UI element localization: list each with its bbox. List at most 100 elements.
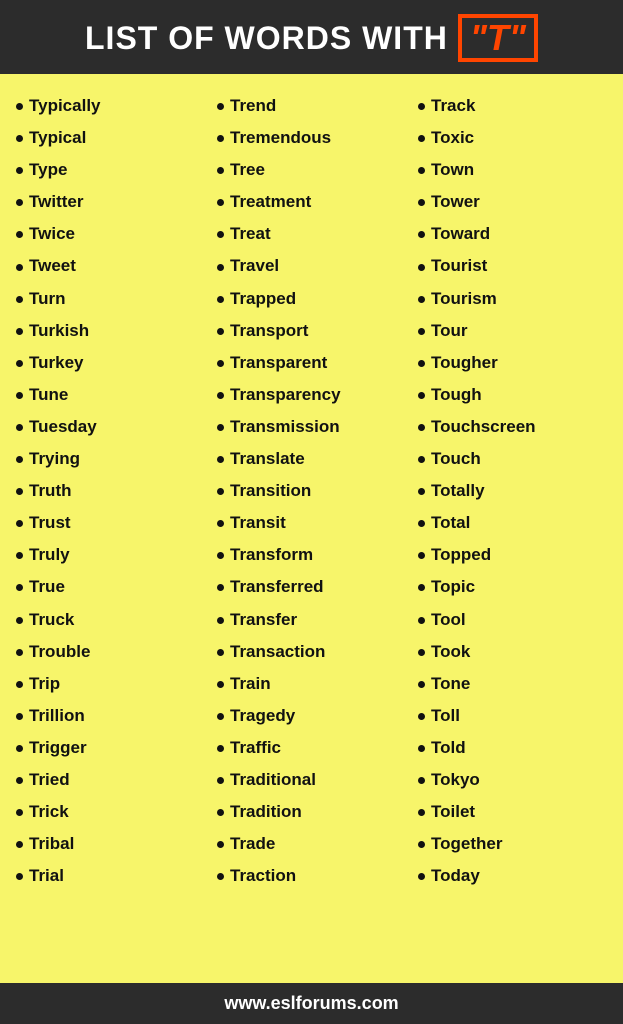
word-label: Tokyo [431, 769, 480, 791]
list-item: Traffic [215, 732, 408, 764]
list-item: Traction [215, 860, 408, 892]
list-item: Town [416, 154, 609, 186]
word-label: Truck [29, 609, 74, 631]
bullet-icon [217, 841, 224, 848]
list-item: Told [416, 732, 609, 764]
footer: www.eslforums.com [0, 983, 623, 1024]
bullet-icon [418, 681, 425, 688]
bullet-icon [16, 103, 23, 110]
list-item: Twitter [14, 186, 207, 218]
bullet-icon [217, 103, 224, 110]
word-label: Tremendous [230, 127, 331, 149]
list-item: Translate [215, 443, 408, 475]
list-item: Twice [14, 218, 207, 250]
list-item: Touchscreen [416, 411, 609, 443]
word-label: Translate [230, 448, 305, 470]
word-label: Transport [230, 320, 308, 342]
bullet-icon [418, 584, 425, 591]
bullet-icon [16, 360, 23, 367]
word-label: Trillion [29, 705, 85, 727]
list-item: Truth [14, 475, 207, 507]
list-item: Trillion [14, 700, 207, 732]
bullet-icon [217, 520, 224, 527]
bullet-icon [16, 328, 23, 335]
bullet-icon [418, 424, 425, 431]
list-item: Traditional [215, 764, 408, 796]
bullet-icon [217, 264, 224, 271]
list-item: Travel [215, 250, 408, 282]
word-label: Travel [230, 255, 279, 277]
word-label: Traction [230, 865, 296, 887]
bullet-icon [217, 392, 224, 399]
bullet-icon [217, 649, 224, 656]
list-item: Transfer [215, 604, 408, 636]
content-area: TypicallyTypicalTypeTwitterTwiceTweetTur… [0, 74, 623, 983]
list-item: Transit [215, 507, 408, 539]
list-item: Toll [416, 700, 609, 732]
footer-url: www.eslforums.com [224, 993, 398, 1013]
bullet-icon [217, 199, 224, 206]
word-label: Trial [29, 865, 64, 887]
bullet-icon [217, 777, 224, 784]
column-2: TrendTremendousTreeTreatmentTreatTravelT… [211, 90, 412, 892]
bullet-icon [418, 520, 425, 527]
list-item: Turkish [14, 315, 207, 347]
bullet-icon [418, 841, 425, 848]
bullet-icon [16, 135, 23, 142]
list-item: Transition [215, 475, 408, 507]
word-label: Trigger [29, 737, 87, 759]
list-item: Totally [416, 475, 609, 507]
word-label: Transform [230, 544, 313, 566]
bullet-icon [418, 456, 425, 463]
word-label: Trapped [230, 288, 296, 310]
list-item: Tokyo [416, 764, 609, 796]
list-item: Trapped [215, 283, 408, 315]
bullet-icon [16, 617, 23, 624]
bullet-icon [16, 777, 23, 784]
list-item: Tone [416, 668, 609, 700]
word-label: Toward [431, 223, 490, 245]
list-item: Truly [14, 539, 207, 571]
word-label: Type [29, 159, 67, 181]
bullet-icon [217, 584, 224, 591]
bullet-icon [16, 649, 23, 656]
list-item: Today [416, 860, 609, 892]
bullet-icon [418, 552, 425, 559]
word-label: Typically [29, 95, 101, 117]
bullet-icon [418, 231, 425, 238]
word-label: Town [431, 159, 474, 181]
word-label: Tourism [431, 288, 497, 310]
list-item: Trend [215, 90, 408, 122]
bullet-icon [217, 617, 224, 624]
list-item: Topped [416, 539, 609, 571]
column-3: TrackToxicTownTowerTowardTouristTourismT… [412, 90, 613, 892]
header-letter: "T" [458, 14, 538, 62]
word-label: Turkish [29, 320, 89, 342]
list-item: Touch [416, 443, 609, 475]
bullet-icon [418, 103, 425, 110]
list-item: Transform [215, 539, 408, 571]
list-item: Trick [14, 796, 207, 828]
list-item: Transparent [215, 347, 408, 379]
word-label: Train [230, 673, 271, 695]
word-label: Trust [29, 512, 71, 534]
bullet-icon [16, 199, 23, 206]
bullet-icon [418, 328, 425, 335]
bullet-icon [217, 873, 224, 880]
bullet-icon [217, 488, 224, 495]
list-item: Tuesday [14, 411, 207, 443]
bullet-icon [217, 713, 224, 720]
bullet-icon [217, 424, 224, 431]
word-label: Total [431, 512, 470, 534]
bullet-icon [16, 296, 23, 303]
list-item: Turn [14, 283, 207, 315]
columns-wrapper: TypicallyTypicalTypeTwitterTwiceTweetTur… [10, 90, 613, 892]
page-container: LIST OF WORDS WITH "T" TypicallyTypicalT… [0, 0, 623, 1024]
word-label: Totally [431, 480, 485, 502]
word-label: Told [431, 737, 466, 759]
word-label: Took [431, 641, 470, 663]
bullet-icon [217, 456, 224, 463]
list-item: Tour [416, 315, 609, 347]
list-item: Tribal [14, 828, 207, 860]
list-item: Tough [416, 379, 609, 411]
